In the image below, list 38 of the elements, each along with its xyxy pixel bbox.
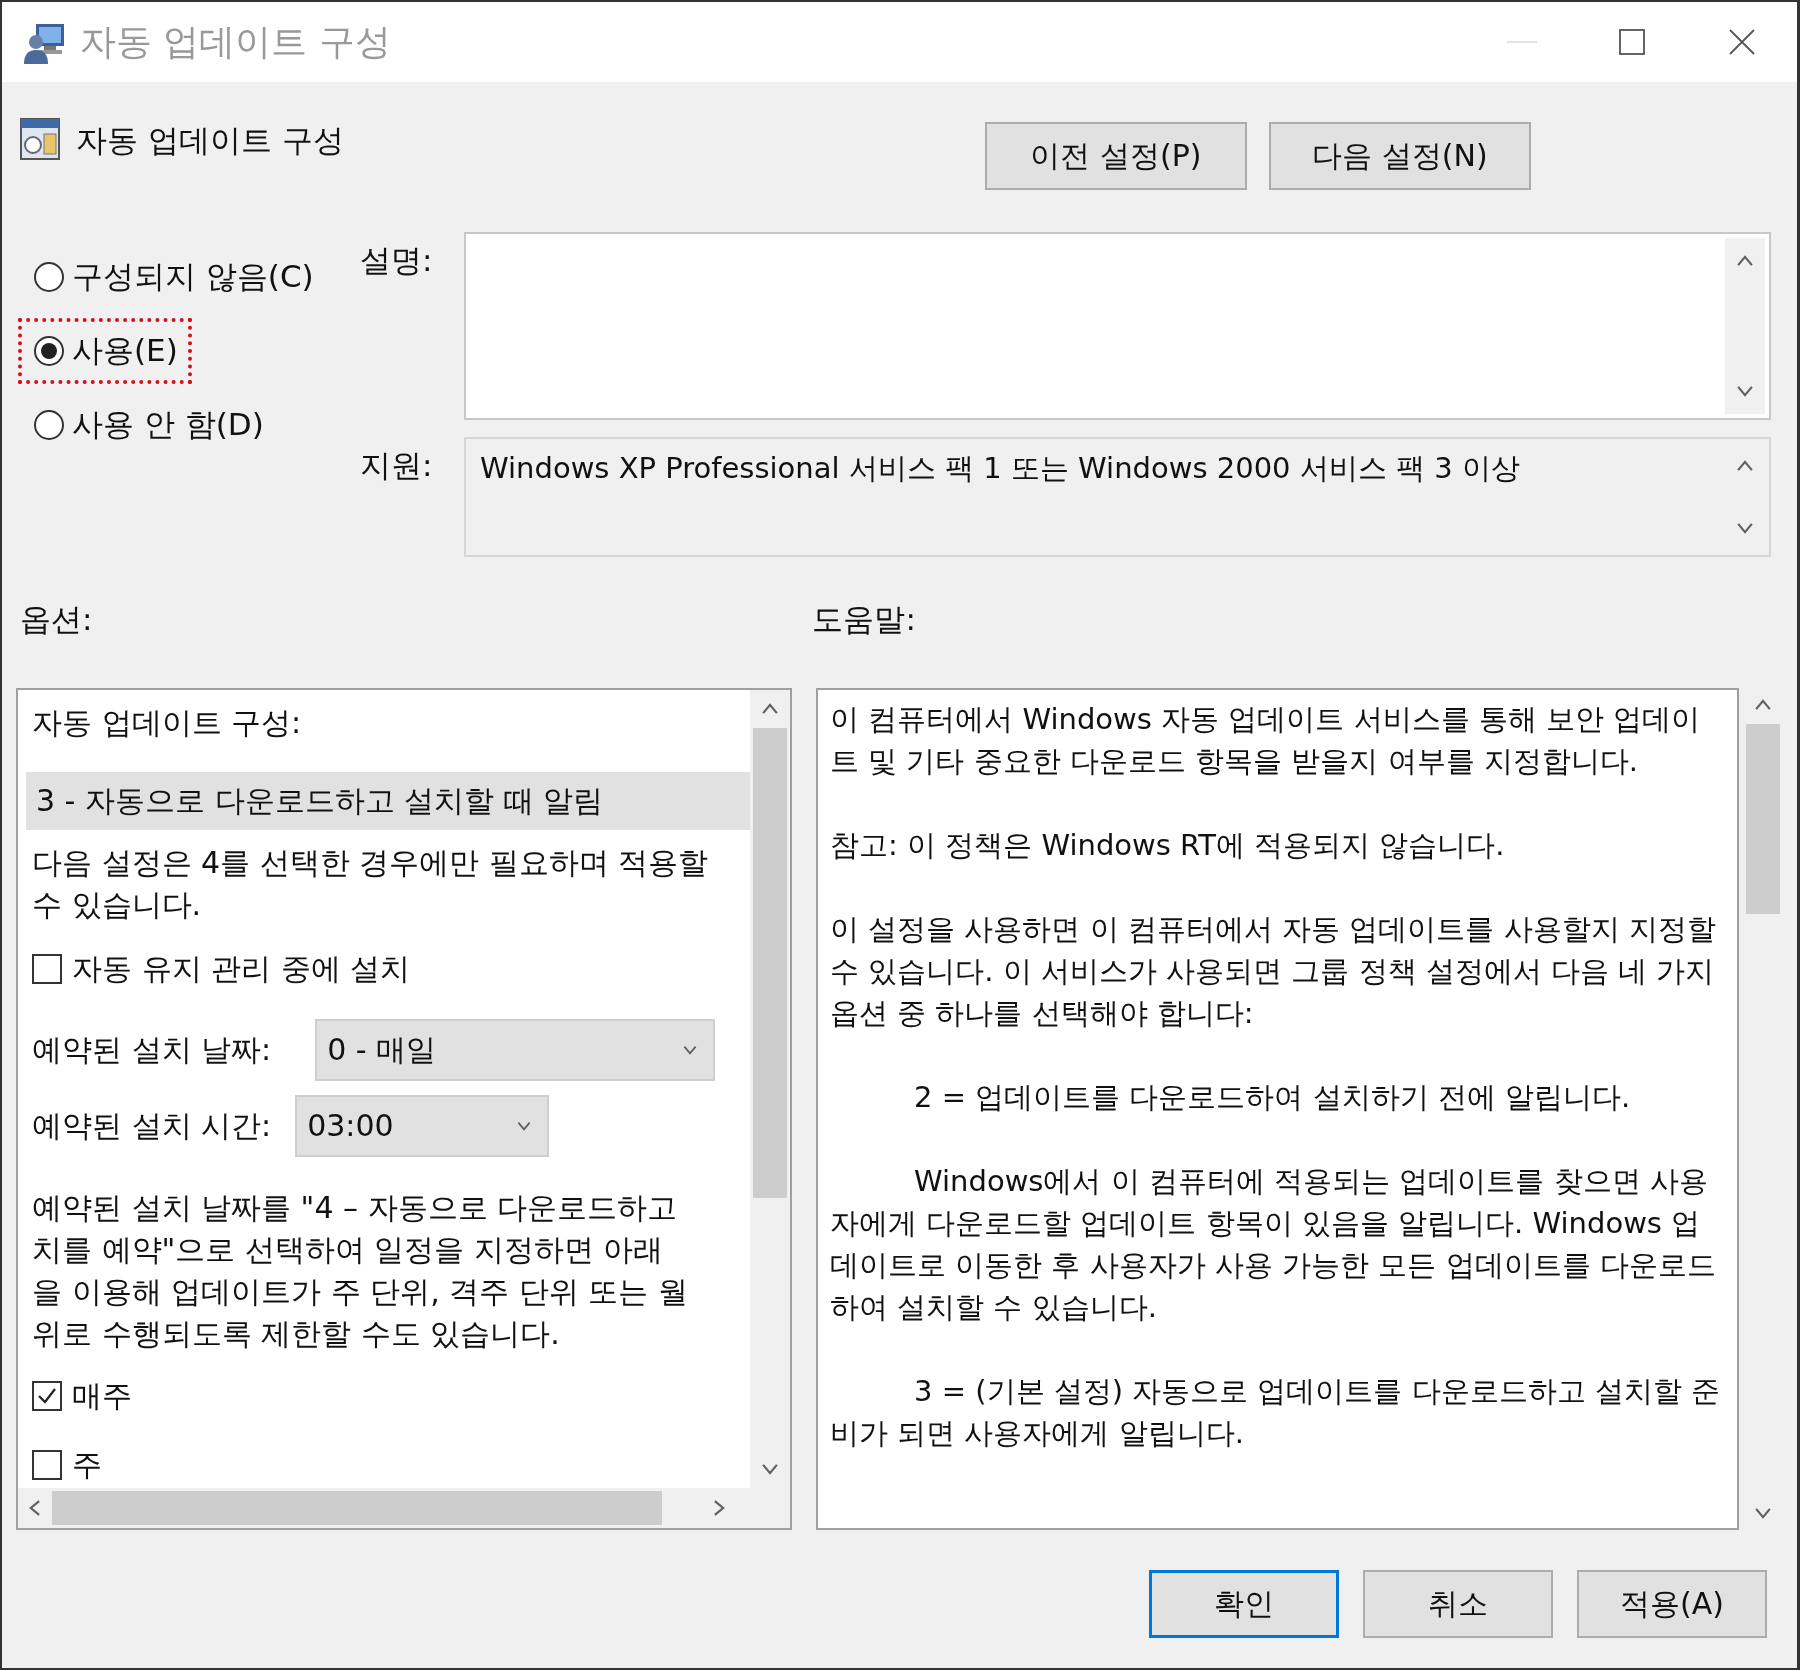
scrollbar-thumb[interactable]: [1746, 724, 1780, 914]
field-label: 지원:: [360, 446, 434, 485]
help-paragraph: 이 설정을 사용하면 이 컴퓨터에서 자동 업데이트를 사용할지 지정할 수 있습니다. 이 서비스가 사용되면 그룹 정책 설정에서 다음 네 가지 옵션 중 하나를 선택해야 합니다:: [830, 911, 1717, 1032]
window-panel-icon: [20, 116, 60, 162]
nav-button[interactable]: 이전 설정(P): [985, 122, 1247, 190]
support-text: Windows XP Professional 서비스 팩 1 또는 Windows 2000 서비스 팩 3 이상: [479, 450, 1521, 487]
help-paragraph: 2 = 업데이트를 다운로드하여 설치하기 전에 알립니다.: [913, 1079, 1632, 1116]
help-paragraph: 이 컴퓨터에서 Windows 자동 업데이트 서비스를 통해 보안 업데이트 및 기타 중요한 다운로드 항목을 받을지 여부를 지정합니다.: [830, 701, 1702, 780]
radio-button[interactable]: 구성되지 않음(C): [34, 256, 314, 298]
help-paragraph: 참고: 이 정책은 Windows RT에 적용되지 않습니다.: [830, 827, 1506, 864]
help-paragraph: 3 = (기본 설정) 자동으로 업데이트를 다운로드하고 설치할 준비가 되면 사용자에게 알립니다.: [830, 1373, 1722, 1452]
scrollbar-thumb[interactable]: [52, 1491, 662, 1525]
field-label: 예약된 설치 날짜:: [32, 1031, 272, 1069]
help-paragraph: Windows에서 이 컴퓨터에 적용되는 업데이트를 찾으면 사용자에게 다운로드할 업데이트 항목이 있음을 알립니다. Windows 업데이트로 이동한 후 사용자가 사용 가능한 모든 업데이트를 다운로드하여 설치할 수 있습니다.: [830, 1163, 1717, 1326]
option-text: 다음 설정은 4를 선택한 경우에만 필요하며 적용할 수 있습니다.: [32, 844, 710, 924]
field-label: 설명:: [360, 241, 434, 280]
dropdown[interactable]: 03:00: [295, 1095, 550, 1157]
dropdown[interactable]: 3 - 자동으로 다운로드하고 설치할 때 알림: [26, 772, 750, 830]
radio-button[interactable]: 사용(E): [34, 330, 178, 372]
checkbox[interactable]: 자동 유지 관리 중에 설치: [32, 948, 411, 990]
dialog-button[interactable]: 확인: [1149, 1570, 1339, 1638]
scrollbar-thumb[interactable]: [753, 728, 787, 1198]
option-text: 자동 업데이트 구성:: [32, 704, 303, 742]
field-label: 예약된 설치 시간:: [32, 1107, 272, 1145]
nav-button[interactable]: 다음 설정(N): [1269, 122, 1531, 190]
checkbox[interactable]: 주: [32, 1444, 102, 1486]
window-title: 자동 업데이트 구성: [80, 19, 391, 64]
section-label: 옵션:: [20, 600, 93, 639]
maximize-icon: [1617, 27, 1647, 57]
section-label: 도움말:: [812, 600, 916, 639]
dialog-button[interactable]: 취소: [1363, 1570, 1553, 1638]
policy-title: 자동 업데이트 구성: [76, 121, 344, 160]
dropdown[interactable]: 0 - 매일: [315, 1019, 716, 1081]
radio-button[interactable]: 사용 안 함(D): [34, 404, 264, 446]
option-text: 예약된 설치 날짜를 "4 – 자동으로 다운로드하고 치를 예약"으로 선택하여 일정을 지정하면 아래 을 이용해 업데이트가 주 단위, 격주 단위 또는 월 위로 수행되도록 제한할 수도 있습니다.: [32, 1189, 689, 1353]
close-icon: [1727, 27, 1757, 57]
checkbox[interactable]: 매주: [32, 1375, 132, 1417]
dialog-button[interactable]: 적용(A): [1577, 1570, 1767, 1638]
